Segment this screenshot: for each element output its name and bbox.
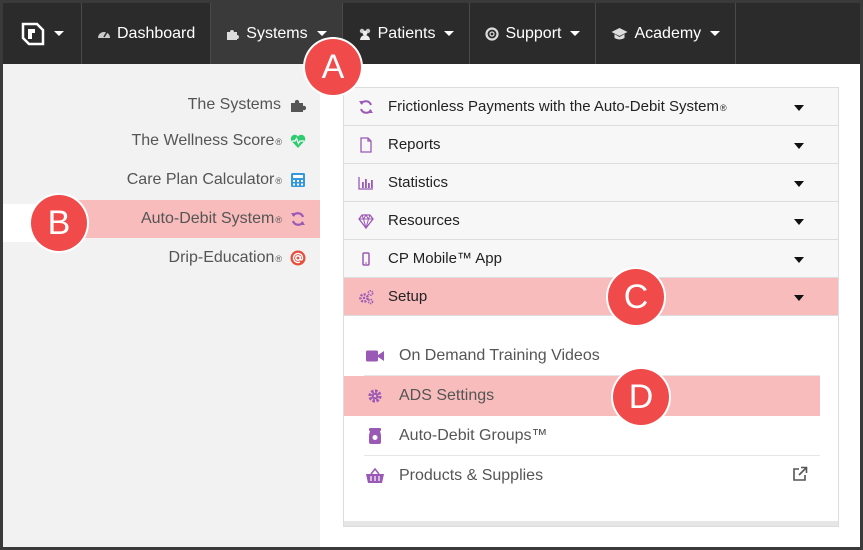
nav-patients-label: Patients <box>377 24 436 42</box>
graduation-cap-icon <box>611 27 628 39</box>
jar-icon <box>369 427 381 444</box>
systems-sidebar: The Systems The Wellness Score® Care Pla… <box>3 64 320 547</box>
accordion-reports[interactable]: Reports <box>344 126 838 164</box>
main-panel: Frictionless Payments with the Auto-Debi… <box>320 64 860 547</box>
nav-support[interactable]: Support <box>470 3 597 64</box>
bar-chart-icon <box>358 176 373 190</box>
accordion-label: Resources <box>388 212 460 229</box>
callout-d: D <box>613 369 669 425</box>
at-sign-icon <box>290 250 306 266</box>
sidebar-item-label: Auto-Debit System® <box>140 210 282 227</box>
chevron-down-icon <box>710 31 721 36</box>
puzzle-icon <box>227 29 240 40</box>
sidebar-item-label: The Wellness Score® <box>131 132 282 149</box>
caret-down-icon <box>794 105 804 111</box>
caret-down-icon <box>794 295 804 301</box>
accordion-label: Reports <box>388 136 441 153</box>
chevron-down-icon <box>444 31 455 36</box>
diamond-icon <box>358 213 374 229</box>
refresh-icon <box>359 99 373 114</box>
top-navbar: Dashboard Systems Patients Support Acade… <box>3 3 860 64</box>
sidebar-item-label: Drip-Education® <box>168 249 282 266</box>
caret-down-icon <box>794 143 804 149</box>
users-icon <box>359 28 370 40</box>
accordion-frictionless-payments[interactable]: Frictionless Payments with the Auto-Debi… <box>344 88 838 126</box>
nav-dashboard-label: Dashboard <box>117 24 196 42</box>
accordion-footer-bar <box>344 521 838 526</box>
app-window: Dashboard Systems Patients Support Acade… <box>0 0 863 550</box>
accordion-resources[interactable]: Resources <box>344 202 838 240</box>
basket-icon <box>366 467 384 483</box>
caret-down-icon <box>794 219 804 225</box>
accordion-label: Setup <box>388 288 428 305</box>
nav-support-label: Support <box>505 24 562 42</box>
nav-academy[interactable]: Academy <box>596 3 737 64</box>
accordion-label: Statistics <box>388 174 449 191</box>
nav-dashboard[interactable]: Dashboard <box>82 3 212 64</box>
heart-icon <box>290 134 306 148</box>
nav-patients[interactable]: Patients <box>343 3 471 64</box>
sidebar-item-label: Care Plan Calculator® <box>126 171 282 188</box>
nav-academy-label: Academy <box>634 24 702 42</box>
sidebar-item-care-plan-calculator[interactable]: Care Plan Calculator® <box>3 161 320 199</box>
setup-item-label: ADS Settings <box>399 387 495 404</box>
sidebar-item-label: The Systems <box>187 96 281 113</box>
accordion-label: Frictionless Payments with the Auto-Debi… <box>388 98 727 115</box>
puzzle-icon <box>291 99 306 112</box>
refresh-icon <box>291 212 305 226</box>
calculator-icon <box>291 173 305 187</box>
accordion-setup[interactable]: Setup <box>344 278 838 316</box>
logo-menu-button[interactable] <box>3 3 82 64</box>
file-icon <box>360 136 372 153</box>
systems-accordion: Frictionless Payments with the Auto-Debi… <box>343 87 839 527</box>
gears-icon <box>359 289 374 304</box>
video-camera-icon <box>366 350 384 361</box>
setup-item-label: Auto-Debit Groups™ <box>399 426 548 444</box>
chevron-down-icon <box>316 31 327 36</box>
callout-c: C <box>608 269 664 325</box>
accordion-label: CP Mobile™ App <box>388 250 502 267</box>
chevron-down-icon <box>570 31 581 36</box>
accordion-statistics[interactable]: Statistics <box>344 164 838 202</box>
sidebar-item-wellness-score[interactable]: The Wellness Score® <box>3 122 320 160</box>
gear-icon <box>368 389 382 403</box>
sidebar-item-the-systems[interactable]: The Systems <box>3 86 320 124</box>
setup-item-products-supplies[interactable]: Products & Supplies <box>364 456 820 496</box>
chevron-down-icon <box>54 31 64 36</box>
dashboard-icon <box>98 31 110 38</box>
callout-a: A <box>305 39 361 95</box>
callout-b: B <box>31 195 87 251</box>
logo-icon <box>21 22 45 45</box>
lifebuoy-icon <box>485 26 500 41</box>
setup-item-label: Products & Supplies <box>399 467 544 484</box>
mobile-icon <box>362 251 370 266</box>
setup-item-ads-settings[interactable]: ADS Settings <box>344 376 820 416</box>
accordion-cp-mobile-app[interactable]: CP Mobile™ App <box>344 240 838 278</box>
setup-item-on-demand-training-videos[interactable]: On Demand Training Videos <box>364 336 820 376</box>
external-link-icon[interactable] <box>792 466 808 482</box>
caret-down-icon <box>794 181 804 187</box>
nav-systems-label: Systems <box>246 24 308 42</box>
caret-down-icon <box>794 257 804 263</box>
setup-item-auto-debit-groups[interactable]: Auto-Debit Groups™ <box>364 416 820 456</box>
setup-item-label: On Demand Training Videos <box>399 346 600 364</box>
